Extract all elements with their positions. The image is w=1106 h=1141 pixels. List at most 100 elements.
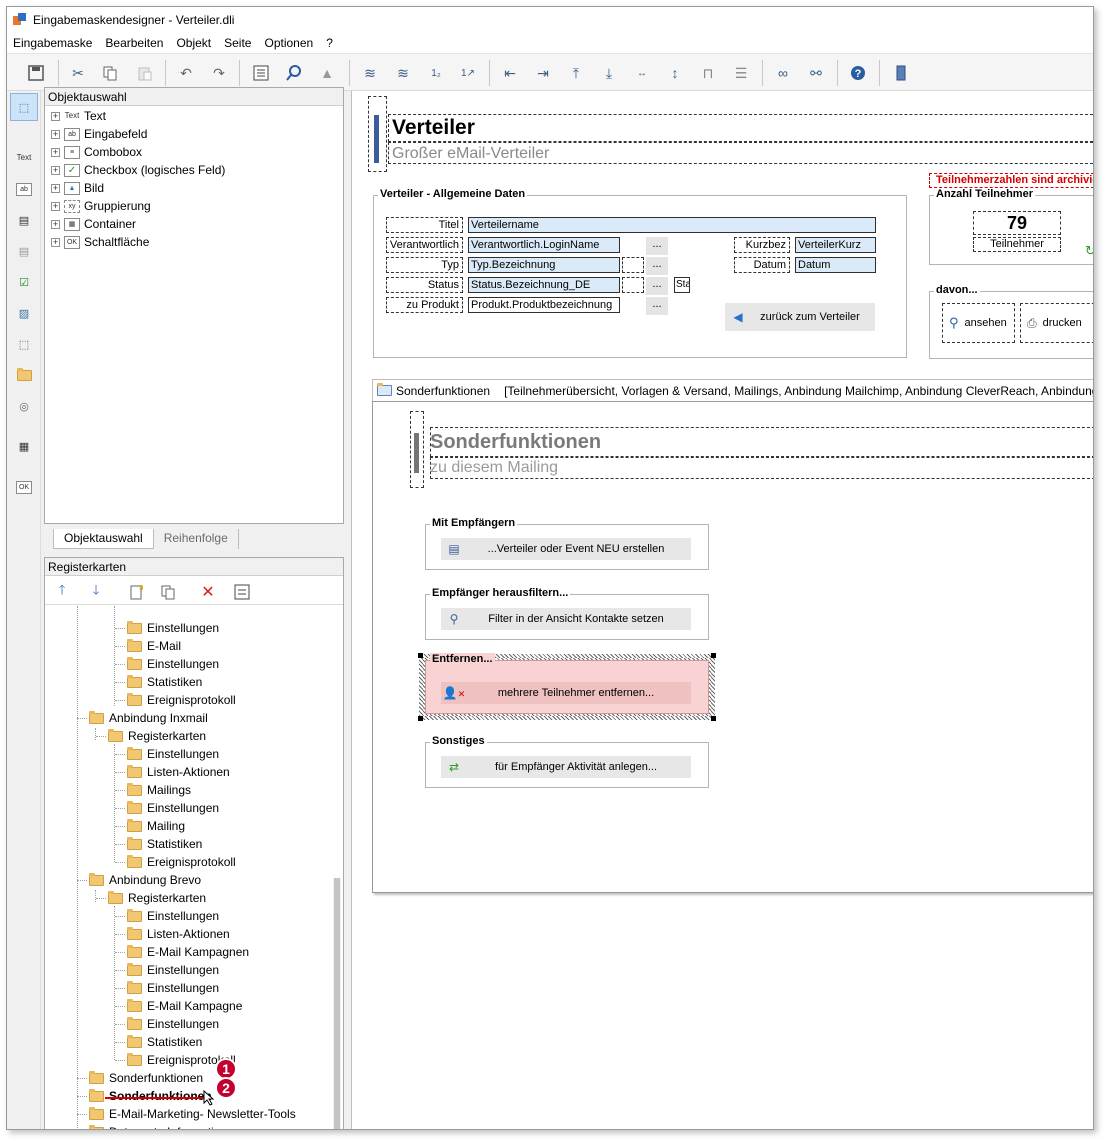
input-titel[interactable]: Verteilername [468,217,876,233]
produkt-lookup-button[interactable]: ... [646,297,668,315]
menu-objekt[interactable]: Objekt [176,36,211,50]
object-item-text[interactable]: + Text Text [51,107,106,125]
tree-item[interactable]: Listen-Aktionen [115,925,230,943]
new-tab-icon[interactable]: ✱ [127,583,145,601]
paste-icon[interactable] [133,61,157,85]
menu-seite[interactable]: Seite [224,36,251,50]
tree-item[interactable]: Registerkarten [96,727,206,745]
align-right-icon[interactable]: ⇥ [531,61,555,85]
button-tool-icon[interactable]: OK [13,476,35,498]
tree-item[interactable]: Datensatz-Informationen [89,1123,240,1129]
input-datum[interactable]: Datum [795,257,876,273]
layer-down-icon[interactable]: ≋ [391,61,415,85]
archive-warning-text[interactable]: Teilnehmerzahlen sind archivie [929,173,1093,188]
move-up-icon[interactable]: 🡑 [53,582,71,601]
tree-item[interactable]: Statistiken [115,673,202,691]
refresh-icon[interactable]: ↻ [1085,243,1093,259]
form-title[interactable]: Verteiler [392,116,475,140]
align-left-icon[interactable]: ⇤ [498,61,522,85]
label-status[interactable]: Status [386,277,463,293]
tree-item[interactable]: Ereignisprotokoll [115,691,236,709]
move-down-icon[interactable]: 🡓 [87,582,105,601]
group-tool-icon[interactable]: ⬚ [13,333,35,355]
same-width-icon[interactable]: ↔ [630,61,654,85]
status-lookup-button[interactable]: ... [646,277,668,295]
participant-count-label[interactable]: Teilnehmer [973,237,1061,252]
object-item-checkbox[interactable]: + ✓ Checkbox (logisches Feld) [51,161,225,179]
tree-item[interactable]: Listen-Aktionen [115,763,230,781]
input-typ[interactable]: Typ.Bezeichnung [468,257,620,273]
form-subtitle[interactable]: Großer eMail-Verteiler [392,145,549,163]
tree-item[interactable]: Einstellungen [115,907,219,925]
tree-item[interactable]: Anbindung Brevo [77,871,201,889]
input-kurzbez[interactable]: VerteilerKurz [795,237,876,253]
link-icon[interactable]: ∞ [771,61,795,85]
tab-objektauswahl[interactable]: Objektauswahl [53,529,154,549]
numbering-icon[interactable]: 1₂ [424,61,448,85]
menu-bearbeiten[interactable]: Bearbeiten [105,36,163,50]
menu-eingabemaske[interactable]: Eingabemaske [13,36,92,50]
tree-item[interactable]: Einstellungen [115,799,219,817]
input-status[interactable]: Status.Bezeichnung_DE [468,277,620,293]
folder-tool-icon[interactable] [13,364,35,386]
search-icon[interactable] [282,61,306,85]
input-verantwortlich[interactable]: Verantwortlich.LoginName [468,237,620,253]
tree-item[interactable]: Registerkarten [96,889,206,907]
object-item-combobox[interactable]: + ≡ Combobox [51,143,142,161]
object-item-schaltflaeche[interactable]: + OK Schaltfläche [51,233,149,251]
typ-lookup-button[interactable]: ... [646,257,668,275]
redo-icon[interactable]: ↷ [207,61,231,85]
tree-item[interactable]: Anbindung Inxmail [77,709,208,727]
tab-order-icon[interactable]: 1↗ [456,61,480,85]
container-tool-icon[interactable]: ▦ [13,435,35,457]
tree-item[interactable]: Statistiken [115,835,202,853]
label-datum[interactable]: Datum [734,257,790,273]
object-item-gruppierung[interactable]: + xy Gruppierung [51,197,151,215]
resize-handle-ne[interactable] [711,653,716,658]
layer-up-icon[interactable]: ≋ [358,61,382,85]
undo-icon[interactable]: ↶ [174,61,198,85]
combobox-tool-icon[interactable]: ▤ [13,209,35,231]
tree-item[interactable]: Mailing [115,817,185,835]
align-top-icon[interactable]: ⤒ [564,61,588,85]
menu-help[interactable]: ? [326,36,333,50]
input-field-tool-icon[interactable]: ab [13,178,35,200]
tree-item[interactable]: Mailings [115,781,191,799]
input-produkt[interactable]: Produkt.Produktbezeichnung [468,297,620,313]
image-tool-icon[interactable]: ▨ [13,302,35,324]
resize-handle-sw[interactable] [418,716,423,721]
special-subtitle[interactable]: zu diesem Mailing [430,459,558,477]
tree-item[interactable]: E-Mail Kampagnen [115,943,249,961]
tree-scrollbar-thumb[interactable] [334,878,340,1129]
bookmark-icon[interactable] [889,61,913,85]
label-kurzbez[interactable]: Kurzbez [734,237,790,253]
tab-list-summary[interactable]: [Teilnehmerübersicht, Vorlagen & Versand… [504,384,1093,398]
tree-item[interactable]: Einstellungen [115,1015,219,1033]
participant-count[interactable]: 79 [973,211,1061,235]
label-verantwortlich[interactable]: Verantwortlich [386,237,463,253]
object-item-container[interactable]: + ▦ Container [51,215,136,233]
label-titel[interactable]: Titel [386,217,463,233]
tree-item[interactable]: Sonderfunktionen [77,1087,212,1105]
create-activity-button[interactable]: ⇄ für Empfänger Aktivität anlegen... [441,756,691,778]
tree-item[interactable]: Einstellungen [115,619,219,637]
copy-icon[interactable] [98,61,122,85]
listbox-tool-icon[interactable]: ▤ [13,240,35,262]
cut-icon[interactable]: ✂ [66,61,90,85]
checkbox-tool-icon[interactable]: ☑ [13,271,35,293]
tab-sonderfunktionen[interactable]: Sonderfunktionen [396,384,490,398]
tree-item[interactable]: Ereignisprotokoll [115,853,236,871]
resize-handle-nw[interactable] [418,653,423,658]
space-horizontal-icon[interactable]: ⊓ [696,61,720,85]
status-extra-field[interactable]: Sta [674,277,690,293]
object-item-eingabefeld[interactable]: + ab Eingabefeld [51,125,147,143]
print-button[interactable]: ⎙ drucken [1020,303,1093,343]
special-title[interactable]: Sonderfunktionen [430,431,601,454]
help-icon[interactable]: ? [846,61,870,85]
menu-optionen[interactable]: Optionen [264,36,313,50]
tree-item[interactable]: Sonderfunktionen [77,1069,203,1087]
resize-handle-se[interactable] [711,716,716,721]
tab-properties-icon[interactable] [233,583,251,601]
duplicate-tab-icon[interactable] [159,583,177,601]
same-height-icon[interactable]: ↕ [663,61,687,85]
